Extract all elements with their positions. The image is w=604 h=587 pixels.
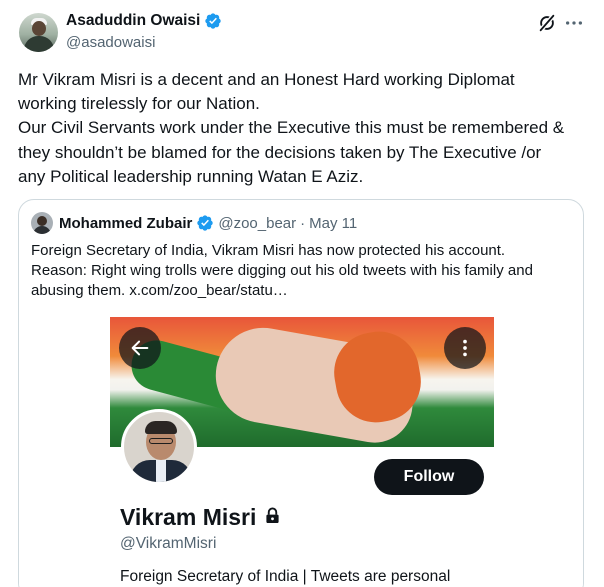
quote-header: Mohammed Zubair @zoo_bear · May 11 [59, 214, 357, 232]
tweet-line: Mr Vikram Misri is a decent and an Hones… [18, 70, 515, 89]
verified-badge-icon [196, 214, 214, 232]
quote-line: Foreign Secretary of India, Vikram Misri… [31, 242, 506, 259]
tweet-line: Our Civil Servants work under the Execut… [18, 118, 565, 138]
tweet-text: Mr Vikram Misri is a decent and an Hones… [18, 68, 588, 189]
profile-name-row: Vikram Misri [120, 504, 280, 531]
author-handle[interactable]: @asadowaisi [66, 34, 155, 51]
grok-icon[interactable] [536, 12, 558, 34]
tweet-line: they shouldn’t be blamed for the decisio… [18, 142, 542, 162]
quote-author-handle[interactable]: @zoo_bear [218, 215, 296, 232]
quote-text: Foreign Secretary of India, Vikram Misri… [31, 241, 571, 301]
tweet-line: working tirelessly for our Nation. [18, 94, 260, 114]
quote-line: Reason: Right wing trolls were digging o… [31, 262, 533, 279]
more-vertical-icon [444, 327, 486, 369]
author-display-name[interactable]: Asaduddin Owaisi [66, 12, 200, 30]
quote-author-name[interactable]: Mohammed Zubair [59, 215, 192, 232]
profile-name: Vikram Misri [120, 504, 257, 530]
quote-date[interactable]: May 11 [309, 215, 357, 232]
quote-author-avatar[interactable] [31, 212, 53, 234]
separator-dot: · [300, 214, 306, 232]
author-name-row: Asaduddin Owaisi [66, 12, 222, 30]
verified-badge-icon [204, 12, 222, 30]
more-options-icon[interactable] [563, 12, 585, 34]
quote-media-screenshot[interactable]: Follow Vikram Misri @VikramMisri Foreign… [19, 302, 583, 587]
back-arrow-icon [119, 327, 161, 369]
quote-line: abusing them. x.com/zoo_bear/statu… [31, 282, 288, 299]
tweet-line: any Political leadership running Watan E… [18, 166, 364, 186]
author-avatar[interactable] [19, 13, 58, 52]
quoted-tweet-card[interactable]: Mohammed Zubair @zoo_bear · May 11 Forei… [18, 199, 584, 587]
follow-button: Follow [374, 459, 484, 495]
profile-handle: @VikramMisri [120, 535, 217, 552]
profile-avatar [121, 409, 197, 485]
lock-icon [265, 507, 280, 529]
profile-bio: Foreign Secretary of India | Tweets are … [120, 568, 451, 585]
